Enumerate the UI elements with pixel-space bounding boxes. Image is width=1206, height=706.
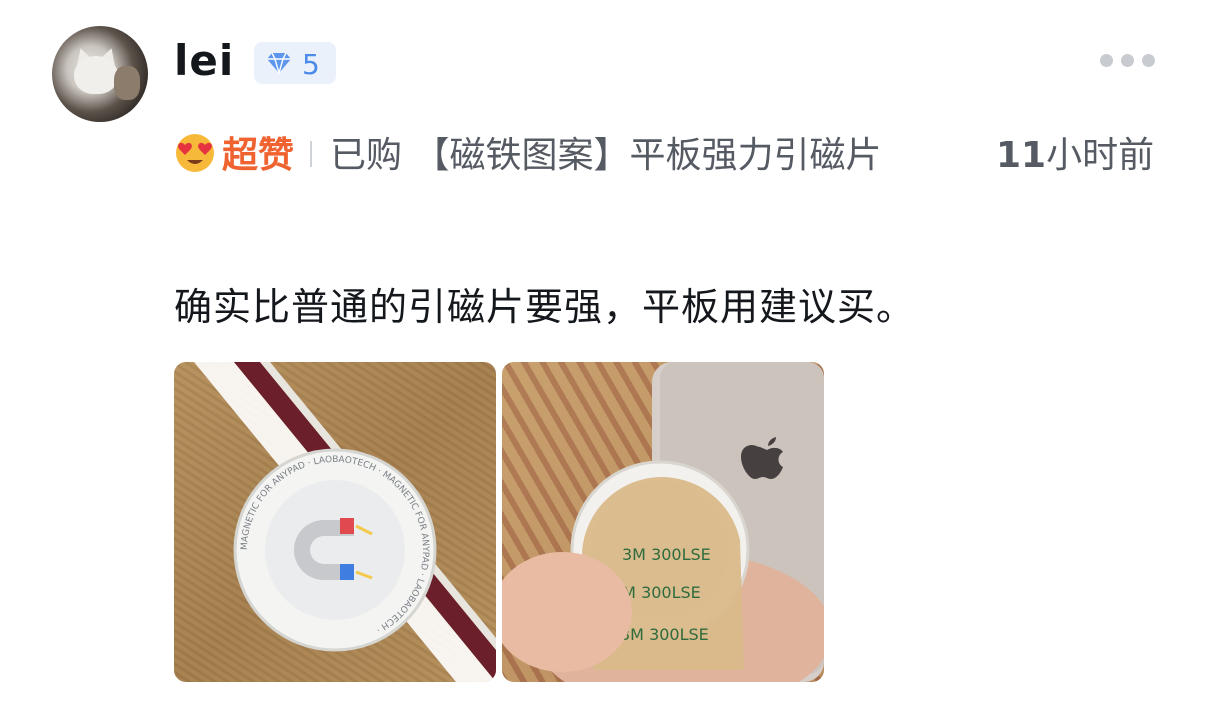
level-badge[interactable]: 5	[254, 42, 336, 84]
photo-2-label-1: 3M 300LSE	[622, 545, 711, 564]
photo-1-illustration: MAGNETIC FOR ANYPAD · LAOBAOTECH · MAGNE…	[194, 362, 496, 682]
username[interactable]: lei	[174, 36, 234, 85]
review-content: 确实比普通的引磁片要强，平板用建议买。	[174, 285, 916, 329]
avatar-cat-head	[74, 56, 118, 94]
review-photo-1[interactable]: MAGNETIC FOR ANYPAD · LAOBAOTECH · MAGNE…	[174, 362, 496, 682]
product-name[interactable]: 【磁铁图案】平板强力引磁片	[413, 135, 881, 176]
more-icon[interactable]	[1100, 54, 1160, 68]
divider	[310, 141, 313, 167]
level-number: 5	[302, 48, 320, 81]
purchase-label: 已购	[330, 135, 403, 176]
avatar-cat-2	[114, 66, 140, 100]
rating-label: 超赞	[222, 135, 295, 176]
photo-2-label-3: 3M 300LSE	[620, 625, 709, 644]
time-unit: 小时前	[1046, 135, 1155, 176]
review-photo-2[interactable]: 3M 300LSE 3M 300LSE 3M 300LSE	[502, 362, 824, 682]
user-avatar[interactable]	[52, 26, 148, 122]
heart-eyes-emoji-icon	[176, 134, 214, 172]
photo-2-illustration: 3M 300LSE 3M 300LSE 3M 300LSE	[502, 362, 824, 682]
diamond-icon	[267, 52, 291, 75]
time-number: 11	[996, 135, 1047, 176]
post-time: 11小时前	[996, 130, 1154, 182]
